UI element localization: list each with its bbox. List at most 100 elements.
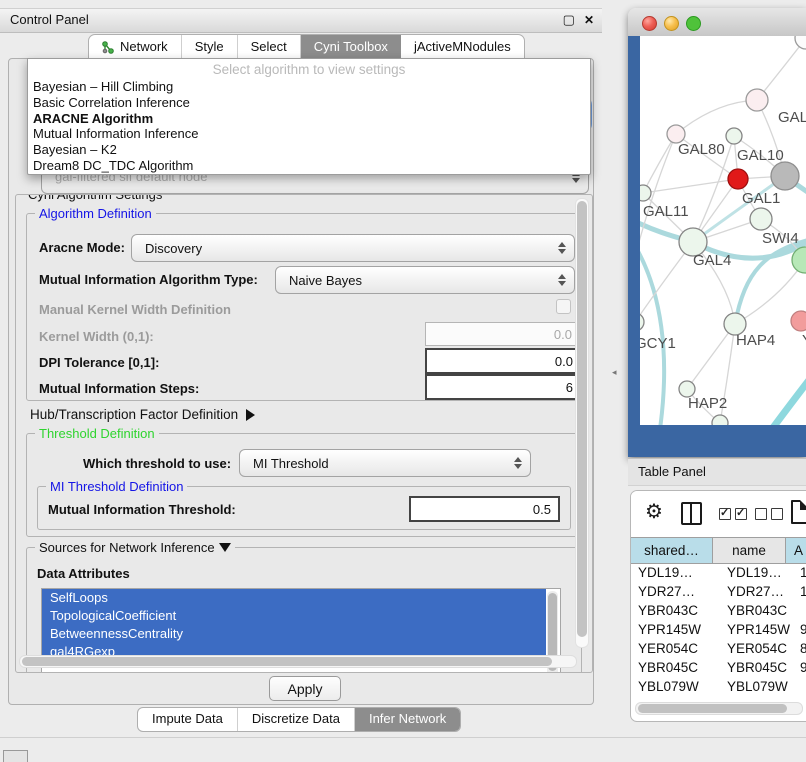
network-node[interactable] [712, 415, 728, 425]
tab-cyni-toolbox[interactable]: Cyni Toolbox [301, 35, 401, 59]
tab-style[interactable]: Style [182, 35, 238, 59]
network-node[interactable] [771, 162, 799, 190]
table-cell[interactable]: YLR345W [720, 696, 793, 699]
table-cell[interactable]: YBR043C [720, 601, 793, 620]
table-cell[interactable]: YER054C [631, 639, 720, 658]
tab-jactivemnodules[interactable]: jActiveMNodules [401, 35, 524, 59]
settings-horizontal-scrollbar[interactable] [19, 655, 577, 668]
mi-algorithm-type-combobox[interactable]: Naive Bayes [275, 266, 575, 294]
algorithm-item[interactable]: Dream8 DC_TDC Algorithm [28, 158, 590, 174]
zoom-traffic-light-icon[interactable] [686, 16, 701, 31]
table-row[interactable]: YDL19…YDL19…13 [631, 563, 806, 582]
float-window-icon[interactable]: ▢ [563, 12, 575, 28]
export-table-icon[interactable] [791, 500, 806, 524]
close-traffic-light-icon[interactable] [642, 16, 657, 31]
manual-kernel-label: Manual Kernel Width Definition [39, 302, 231, 317]
mi-threshold-field[interactable]: 0.5 [409, 496, 560, 522]
algorithm-item[interactable]: Bayesian – Hill Climbing [28, 79, 590, 95]
table-cell[interactable]: YBR045C [631, 658, 720, 677]
mi-steps-field[interactable]: 6 [425, 374, 582, 400]
column-header-name[interactable]: name [713, 538, 786, 563]
table-cell[interactable]: YBR045C [720, 658, 793, 677]
panel-divider-handle[interactable]: ◂ [612, 367, 617, 378]
algorithm-definition-title: Algorithm Definition [35, 206, 156, 221]
network-node-label: SWI4 [762, 230, 799, 247]
table-cell[interactable]: YPR145W [720, 620, 793, 639]
table-cell[interactable]: YBL079W [720, 677, 793, 696]
column-header-partial[interactable]: A [786, 538, 806, 563]
network-canvas[interactable]: GALGAL80GAL10GAL1GAL11SWI4GAL4GCY1HAP4YH… [640, 36, 806, 425]
attribute-item[interactable]: BetweennessCentrality [42, 625, 546, 643]
table-cell[interactable]: 8. [793, 639, 806, 658]
close-icon[interactable]: ✕ [584, 12, 594, 28]
checked-box-icon [719, 508, 731, 520]
tab-select[interactable]: Select [238, 35, 301, 59]
threshold-definition-title: Threshold Definition [35, 426, 159, 441]
algorithm-item[interactable]: Mutual Information Inference [28, 126, 590, 142]
algorithm-item[interactable]: Basic Correlation Inference [28, 95, 590, 111]
table-horizontal-scrollbar[interactable] [635, 702, 803, 715]
tab-network[interactable]: Network [89, 35, 182, 59]
table-cell[interactable]: YLR345W [631, 696, 720, 699]
manual-kernel-checkbox[interactable] [556, 299, 571, 314]
tab-infer-network[interactable]: Infer Network [355, 708, 460, 731]
table-cell[interactable]: YER054C [720, 639, 793, 658]
aracne-mode-combobox[interactable]: Discovery [131, 234, 575, 262]
network-node[interactable] [746, 89, 768, 111]
attribute-item[interactable]: TopologicalCoefficient [42, 607, 546, 625]
columns-icon[interactable] [681, 502, 702, 525]
settings-vertical-scrollbar[interactable] [575, 198, 589, 648]
column-header-shared-name[interactable]: shared… [631, 538, 713, 563]
minimize-traffic-light-icon[interactable] [664, 16, 679, 31]
table-cell[interactable]: YDR27… [720, 582, 793, 601]
hide-all-columns-icon[interactable] [755, 508, 783, 520]
show-all-columns-icon[interactable] [719, 508, 747, 520]
table-cell[interactable]: 13 [793, 563, 806, 582]
table-cell[interactable]: 12 [793, 582, 806, 601]
table-row[interactable]: YDR27…YDR27…12 [631, 582, 806, 601]
tab-network-label: Network [120, 36, 168, 58]
table-cell[interactable]: YDL19… [631, 563, 720, 582]
table-cell[interactable]: YBR043C [631, 601, 720, 620]
table-cell[interactable]: YDR27… [631, 582, 720, 601]
kernel-width-value: 0.0 [554, 327, 572, 342]
table-cell[interactable] [793, 677, 806, 696]
mi-threshold-label: Mutual Information Threshold: [48, 502, 236, 517]
table-cell[interactable]: YBL079W [631, 677, 720, 696]
network-node[interactable] [795, 36, 806, 49]
algorithm-item-aracne[interactable]: ARACNE Algorithm [28, 111, 590, 127]
which-threshold-combobox[interactable]: MI Threshold [239, 449, 531, 477]
table-cell[interactable]: YPR145W [631, 620, 720, 639]
table-cell[interactable]: 9. [793, 696, 806, 699]
table-row[interactable]: YBR045CYBR045C9. [631, 658, 806, 677]
partial-bottom-button[interactable] [3, 750, 28, 762]
network-window-titlebar[interactable] [628, 8, 806, 37]
hub-definition-row[interactable]: Hub/Transcription Factor Definition [30, 407, 255, 422]
table-row[interactable]: YBL079WYBL079W [631, 677, 806, 696]
attribute-item[interactable]: SelfLoops [42, 589, 546, 607]
network-node[interactable] [640, 313, 644, 331]
network-node[interactable] [640, 185, 651, 201]
network-node[interactable] [728, 169, 748, 189]
network-node-label: GAL4 [693, 252, 731, 269]
table-cell[interactable]: 9. [793, 620, 806, 639]
table-row[interactable]: YER054CYER054C8. [631, 639, 806, 658]
dpi-tolerance-field[interactable]: 0.0 [425, 348, 582, 374]
hub-definition-label: Hub/Transcription Factor Definition [30, 407, 238, 422]
table-cell[interactable]: 9. [793, 658, 806, 677]
tab-discretize-data[interactable]: Discretize Data [238, 708, 355, 731]
table-row[interactable]: YBR043CYBR043C [631, 601, 806, 620]
algorithm-item[interactable]: Bayesian – K2 [28, 142, 590, 158]
gear-icon[interactable]: ⚙ [645, 499, 663, 524]
table-cell[interactable] [793, 601, 806, 620]
network-node[interactable] [791, 311, 806, 331]
table-row[interactable]: YLR345WYLR345W9. [631, 696, 806, 699]
table-row[interactable]: YPR145WYPR145W9. [631, 620, 806, 639]
expand-arrow-icon[interactable] [246, 409, 255, 421]
collapse-arrow-icon[interactable] [219, 543, 231, 552]
network-node[interactable] [726, 128, 742, 144]
table-cell[interactable]: YDL19… [720, 563, 793, 582]
network-node[interactable] [750, 208, 772, 230]
tab-impute-data[interactable]: Impute Data [138, 708, 238, 731]
apply-button[interactable]: Apply [269, 676, 341, 701]
